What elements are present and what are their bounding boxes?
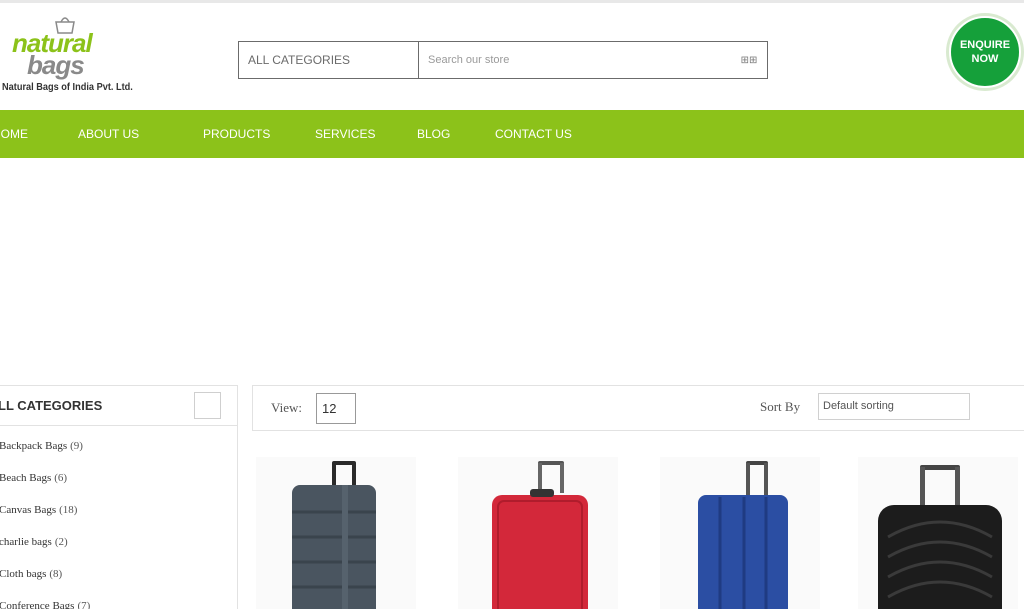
enquire-line-1: ENQUIRE xyxy=(959,39,1011,51)
nav-blog[interactable]: BLOG xyxy=(417,110,450,158)
logo-tagline: Natural Bags of India Pvt. Ltd. xyxy=(2,82,133,93)
sidebar-toggle-button[interactable] xyxy=(194,392,221,419)
product-card[interactable] xyxy=(660,457,820,609)
category-count: (6) xyxy=(54,472,68,484)
category-item[interactable]: charlie bags (2) xyxy=(0,536,237,568)
top-border xyxy=(0,0,1024,3)
nav-products[interactable]: PRODUCTS xyxy=(203,110,270,158)
sidebar-header: LL CATEGORIES xyxy=(0,386,237,426)
search-icon[interactable]: ⊞⊞ xyxy=(731,42,767,78)
category-dropdown[interactable]: ALL CATEGORIES xyxy=(239,42,419,78)
category-count: (18) xyxy=(59,504,78,516)
category-item[interactable]: Backpack Bags (9) xyxy=(0,440,237,472)
category-item[interactable]: Beach Bags (6) xyxy=(0,472,237,504)
enquire-now-button[interactable]: ENQUIRE NOW xyxy=(946,13,1024,91)
search-bar: ALL CATEGORIES ⊞⊞ xyxy=(238,41,768,79)
category-count: (8) xyxy=(49,568,63,580)
nav-about-us[interactable]: ABOUT US xyxy=(78,110,139,158)
shop-toolbar: View: 12 Sort By Default sorting xyxy=(252,385,1024,431)
category-item[interactable]: Conference Bags (7) xyxy=(0,600,237,609)
category-name: Conference Bags xyxy=(0,600,75,609)
category-sidebar: LL CATEGORIES Backpack Bags (9) Beach Bag… xyxy=(0,385,238,609)
sidebar-title: LL CATEGORIES xyxy=(0,398,103,413)
category-count: (9) xyxy=(70,440,83,452)
sort-select[interactable]: Default sorting xyxy=(818,393,970,420)
sort-label: Sort By xyxy=(760,399,801,414)
logo-word-bags: bags xyxy=(27,50,85,80)
category-name: charlie bags xyxy=(0,536,52,548)
search-input[interactable] xyxy=(419,42,731,78)
site-logo[interactable]: natural bags Natural Bags of India Pvt. … xyxy=(0,14,140,100)
product-card[interactable] xyxy=(858,457,1018,609)
category-name: Cloth bags xyxy=(0,568,47,580)
main-navigation: HOME ABOUT US PRODUCTS SERVICES BLOG CON… xyxy=(0,110,1024,158)
category-name: Canvas Bags xyxy=(0,504,57,516)
category-list: Backpack Bags (9) Beach Bags (6) Canvas Ba… xyxy=(0,426,237,609)
nav-contact-us[interactable]: CONTACT US xyxy=(495,110,572,158)
nav-services[interactable]: SERVICES xyxy=(315,110,375,158)
category-count: (7) xyxy=(77,600,91,609)
view-count-input[interactable]: 12 xyxy=(316,393,356,424)
view-label: View: xyxy=(271,400,302,415)
product-card[interactable] xyxy=(256,457,416,609)
grey-suitcase-image xyxy=(292,461,376,609)
category-name: Backpack Bags xyxy=(0,440,68,452)
category-count: (2) xyxy=(54,536,68,548)
blue-suitcase-image xyxy=(698,461,788,609)
enquire-line-2: NOW xyxy=(971,53,999,65)
red-suitcase-image xyxy=(492,461,588,609)
enquire-now-badge: ENQUIRE NOW xyxy=(949,16,1021,88)
category-item[interactable]: Canvas Bags (18) xyxy=(0,504,237,536)
category-item[interactable]: Cloth bags (8) xyxy=(0,568,237,600)
product-card[interactable] xyxy=(458,457,618,609)
category-name: Beach Bags xyxy=(0,472,52,484)
nav-home[interactable]: HOME xyxy=(0,110,28,158)
black-suitcase-image xyxy=(878,465,1002,609)
view-count-value: 12 xyxy=(322,401,337,416)
